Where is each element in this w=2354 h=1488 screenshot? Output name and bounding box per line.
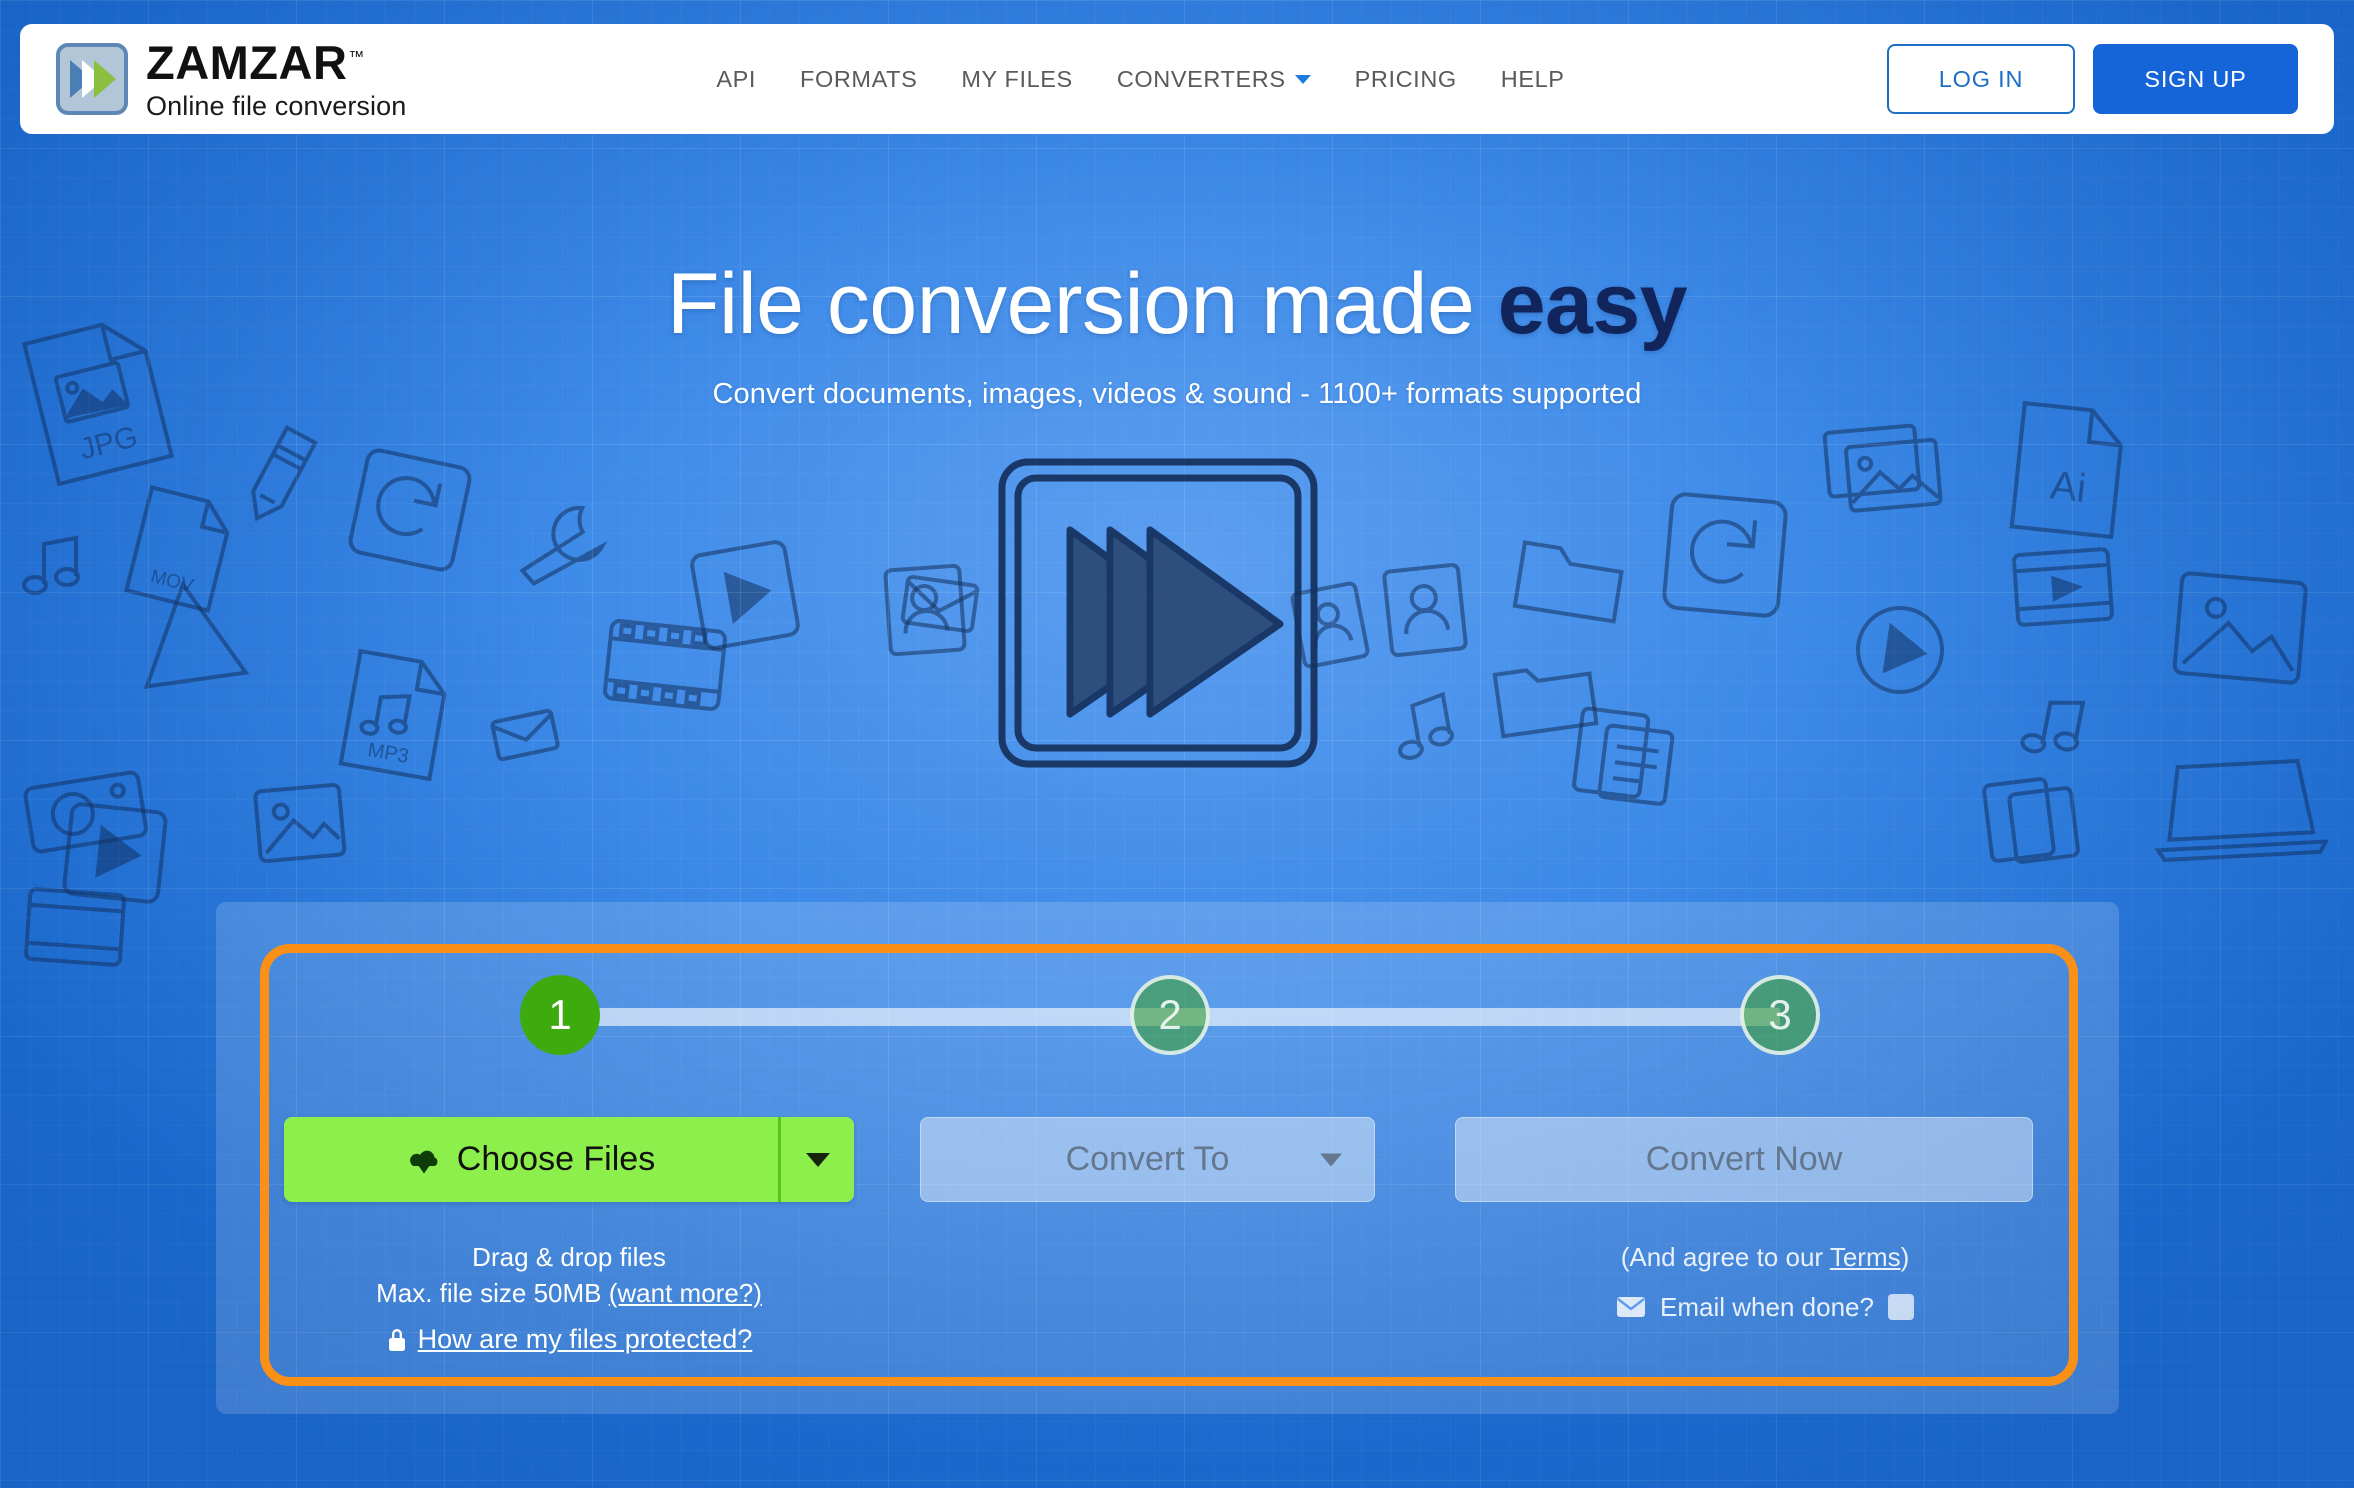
doodle-play-triangle (112, 561, 269, 709)
nav-label: PRICING (1354, 65, 1457, 92)
nav-item-pricing[interactable]: PRICING (1355, 66, 1457, 93)
nav-label: HELP (1500, 65, 1565, 92)
doodle-play-circle (1844, 594, 1957, 707)
headline-accent: easy (1497, 256, 1688, 352)
want-more-link[interactable]: (want more?) (609, 1278, 762, 1308)
doodle-envelope (896, 570, 983, 639)
choose-files-dropdown-button[interactable] (778, 1117, 854, 1202)
hero-fast-forward-illustration (988, 452, 1328, 782)
site-header: ZAMZAR™ Online file conversion API FORMA… (20, 24, 2334, 134)
hero-subtitle: Convert documents, images, videos & soun… (712, 378, 1642, 410)
doodle-music-note-2 (1384, 684, 1465, 767)
doodle-camera (13, 750, 156, 864)
doodle-folder-open (1484, 643, 1605, 747)
auth-buttons: LOG IN SIGN UP (1887, 44, 2298, 114)
files-protected-link[interactable]: How are my files protected? (418, 1321, 753, 1358)
logo-text: ZAMZAR™ Online file conversion (146, 39, 406, 120)
convert-helper-text: (And agree to our Terms) Email when done… (1476, 1240, 2054, 1325)
nav-item-converters[interactable]: CONVERTERS (1117, 66, 1311, 93)
email-when-done-label: Email when done? (1660, 1291, 1874, 1322)
doodle-contact-card (877, 557, 974, 663)
choose-files-button[interactable]: Choose Files (284, 1117, 778, 1202)
doodle-image-stack (1816, 415, 1955, 531)
chevron-down-icon (1320, 1153, 1342, 1166)
terms-prefix: (And agree to our (1620, 1242, 1830, 1272)
doodle-clipboard-stack-2 (1974, 764, 2095, 877)
doodle-music-note (18, 530, 88, 600)
nav-item-help[interactable]: HELP (1501, 66, 1565, 93)
trademark-symbol: ™ (348, 48, 365, 66)
nav-item-my-files[interactable]: MY FILES (961, 66, 1072, 93)
nav-item-formats[interactable]: FORMATS (800, 66, 917, 93)
converter-controls: Choose Files Convert To Convert Now (284, 1117, 2054, 1202)
svg-text:JPG: JPG (76, 420, 141, 466)
doodle-play-box (681, 531, 808, 658)
nav-item-api[interactable]: API (716, 66, 756, 93)
logo[interactable]: ZAMZAR™ Online file conversion (56, 39, 406, 120)
svg-text:MOV: MOV (148, 566, 195, 597)
wordmark: ZAMZAR™ (146, 39, 406, 86)
terms-line: (And agree to our Terms) (1476, 1240, 2054, 1276)
doodle-photo-frame (2165, 564, 2315, 696)
lock-icon (386, 1327, 408, 1353)
step-3-badge: 3 (1740, 975, 1820, 1055)
nav-label: MY FILES (961, 65, 1073, 92)
max-size-text: Max. file size 50MB (376, 1277, 609, 1308)
step-1-badge: 1 (520, 975, 600, 1055)
drag-drop-text: Drag & drop files (472, 1242, 666, 1272)
terms-suffix: ) (1900, 1242, 1910, 1272)
doodle-film-strip (17, 876, 133, 978)
cloud-upload-icon (407, 1145, 441, 1175)
envelope-icon (1616, 1296, 1646, 1318)
doodle-image-file (246, 776, 353, 874)
step-indicator: 1 2 3 (520, 975, 1820, 1057)
doodle-refresh-box-2 (1655, 485, 1796, 626)
page-title: File conversion made easy (0, 255, 2354, 354)
doodle-refresh-box (339, 439, 481, 581)
signup-button[interactable]: SIGN UP (2093, 44, 2298, 114)
doodle-video-strip (2005, 536, 2121, 638)
double-chevron-logo-icon (56, 43, 128, 115)
hero-section: File conversion made easy Convert docume… (0, 255, 2354, 411)
nav-label: CONVERTERS (1116, 65, 1286, 92)
doodle-music-note-3 (2014, 684, 2096, 768)
email-when-done-checkbox[interactable] (1887, 1294, 1914, 1321)
convert-to-dropdown[interactable]: Convert To (920, 1117, 1375, 1202)
wordmark-label: ZAMZAR (146, 35, 348, 89)
nav-label: FORMATS (800, 65, 918, 92)
logo-tagline: Online file conversion (146, 90, 407, 121)
svg-text:MP3: MP3 (366, 739, 410, 768)
login-button[interactable]: LOG IN (1887, 44, 2075, 114)
protected-line: How are my files protected? (284, 1321, 854, 1358)
doodle-folder (1503, 521, 1636, 634)
choose-files-group: Choose Files (284, 1117, 854, 1202)
convert-now-button[interactable]: Convert Now (1455, 1117, 2033, 1202)
doodle-clipboard-stack (1564, 693, 1697, 817)
main-navigation: API FORMATS MY FILES CONVERTERS PRICING … (716, 66, 1564, 93)
headline-plain: File conversion made (666, 256, 1498, 352)
doodle-video-frame (595, 604, 736, 727)
doodle-play-box-2 (55, 795, 175, 911)
chevron-down-icon (1294, 74, 1311, 84)
upload-helper-text: Drag & drop files Max. file size 50MB (w… (284, 1240, 854, 1358)
email-when-done-row: Email when done? (1476, 1290, 2054, 1326)
choose-files-label: Choose Files (456, 1140, 656, 1178)
doodle-person-id (1375, 556, 1475, 665)
max-size-line: Max. file size 50MB (want more?) (284, 1276, 854, 1312)
doodle-pencil (219, 408, 341, 543)
doodle-laptop (2147, 745, 2333, 874)
doodle-mov-file: MOV (117, 480, 243, 619)
doodle-ai-file: Ai (2001, 394, 2135, 546)
terms-link[interactable]: Terms (1830, 1242, 1901, 1272)
convert-to-label: Convert To (1065, 1140, 1230, 1178)
step-2-badge: 2 (1130, 975, 1210, 1055)
nav-label: API (716, 65, 757, 92)
page-root: JPG MP3 Ai MOV ZAMZAR™ Online file conve… (0, 0, 2354, 1488)
svg-text:Ai: Ai (2048, 463, 2088, 510)
chevron-down-icon (805, 1152, 830, 1167)
doodle-wrench (506, 494, 625, 595)
doodle-mp3-file: MP3 (330, 641, 461, 788)
doodle-envelope-small (486, 703, 565, 766)
